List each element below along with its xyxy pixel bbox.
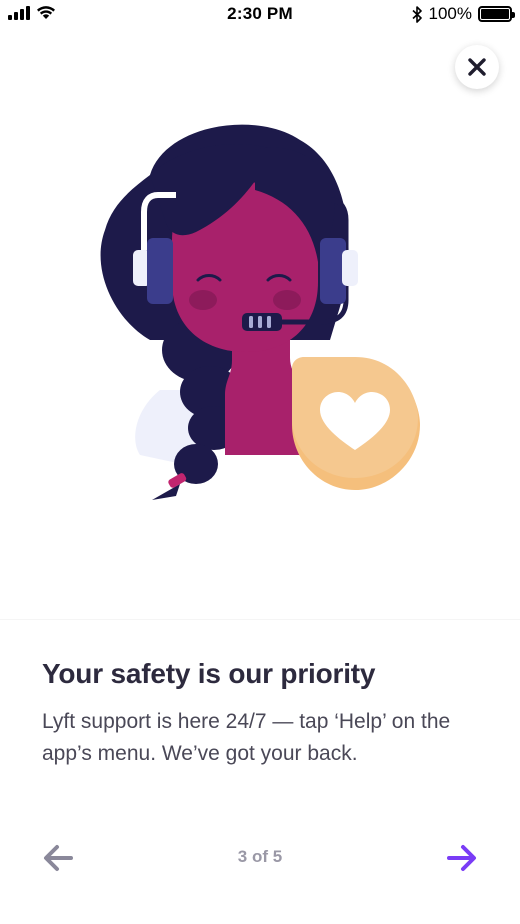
description-text: Lyft support is here 24/7 — tap ‘Help’ o… [42, 710, 451, 765]
arrow-right-icon [447, 845, 476, 871]
close-icon [468, 58, 486, 76]
battery-fill [481, 9, 509, 19]
next-button[interactable] [442, 838, 482, 878]
battery-percent: 100% [428, 4, 472, 23]
onboarding-screen: 2:30 PM 100% Your safety is our priority… [0, 0, 520, 924]
battery-icon [478, 6, 515, 22]
close-button[interactable] [455, 45, 499, 89]
support-agent-illustration [100, 124, 420, 500]
heart-icon [292, 357, 420, 490]
status-bar: 2:30 PM 100% [0, 0, 520, 30]
status-right: 100% [411, 4, 515, 24]
bluetooth-icon [411, 5, 422, 23]
page-title: Your safety is our priority [42, 658, 376, 689]
